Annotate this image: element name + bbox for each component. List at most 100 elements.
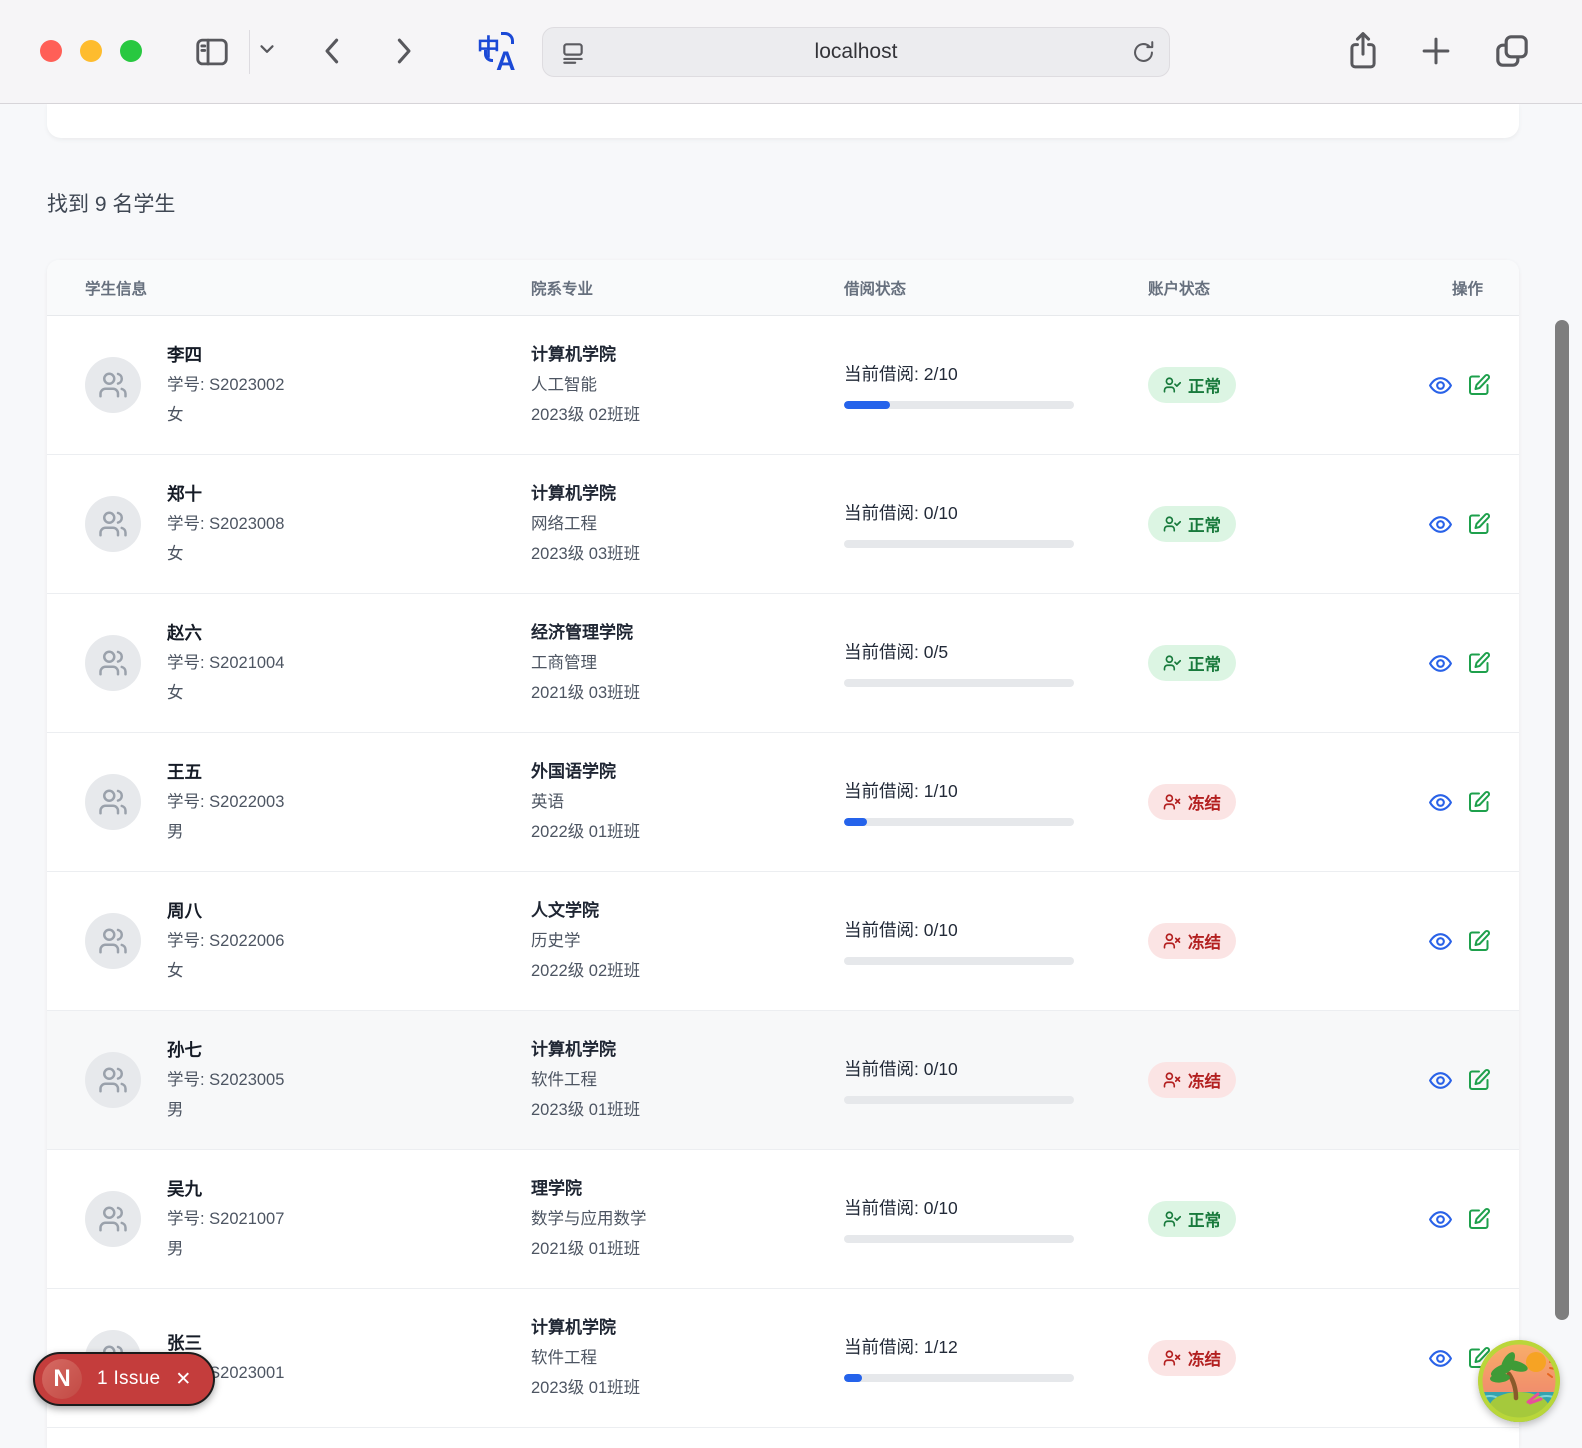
- borrow-cell: 当前借阅: 0/5: [844, 639, 1148, 687]
- table-row: 王五 学号: S2022003 男 外国语学院 英语 2022级 01班班 当前…: [47, 733, 1519, 872]
- status-badge: 正常: [1148, 506, 1236, 542]
- search-card-bottom-fragment: [47, 104, 1519, 138]
- chevron-down-icon[interactable]: [256, 42, 278, 58]
- status-badge: 冻结: [1148, 784, 1236, 820]
- eye-icon: [1428, 1068, 1453, 1093]
- actions-cell: [1428, 651, 1491, 676]
- status-label: 正常: [1188, 1207, 1221, 1231]
- view-button[interactable]: [1428, 512, 1453, 537]
- student-id: 学号: S2022003: [167, 787, 284, 817]
- view-button[interactable]: [1428, 1068, 1453, 1093]
- borrow-progress: [844, 957, 1074, 965]
- class-name: 2023级 01班班: [531, 1373, 844, 1403]
- status-cell: 冻结: [1148, 1340, 1428, 1376]
- edit-icon: [1467, 929, 1491, 953]
- view-button[interactable]: [1428, 373, 1453, 398]
- status-cell: 正常: [1148, 645, 1428, 681]
- class-name: 2021级 01班班: [531, 1234, 844, 1264]
- borrow-cell: 当前借阅: 0/10: [844, 917, 1148, 965]
- table-row: 赵六 学号: S2021004 女 经济管理学院 工商管理 2021级 03班班…: [47, 594, 1519, 733]
- department-cell: 理学院 数学与应用数学 2021级 01班班: [531, 1174, 844, 1264]
- college: 理学院: [531, 1174, 844, 1204]
- table-row: 周八 学号: S2022006 女 人文学院 历史学 2022级 02班班 当前…: [47, 872, 1519, 1011]
- user-x-icon: [1163, 932, 1181, 950]
- share-icon[interactable]: [1344, 28, 1382, 74]
- department-cell: 经济管理学院 工商管理 2021级 03班班: [531, 618, 844, 708]
- borrow-progress: [844, 1374, 1074, 1382]
- table-row: 郑十 学号: S2023008 女 计算机学院 网络工程 2023级 03班班 …: [47, 455, 1519, 594]
- class-name: 2023级 01班班: [531, 1095, 844, 1125]
- student-name: 周八: [167, 896, 284, 926]
- status-badge: 冻结: [1148, 1340, 1236, 1376]
- users-icon: [98, 1065, 128, 1095]
- sidebar-icon[interactable]: [192, 33, 232, 71]
- dev-issues-badge[interactable]: N 1 Issue ✕: [33, 1352, 215, 1406]
- avatar: [85, 774, 141, 830]
- edit-button[interactable]: [1467, 373, 1491, 397]
- status-badge: 正常: [1148, 367, 1236, 403]
- edit-button[interactable]: [1467, 929, 1491, 953]
- student-id: 学号: S2022006: [167, 926, 284, 956]
- borrow-label: 当前借阅: 1/12: [844, 1334, 1148, 1359]
- actions-cell: [1428, 790, 1491, 815]
- minimize-window-button[interactable]: [80, 40, 102, 62]
- edit-button[interactable]: [1467, 512, 1491, 536]
- eye-icon: [1428, 790, 1453, 815]
- url-text: localhost: [543, 28, 1169, 76]
- view-button[interactable]: [1428, 1346, 1453, 1371]
- major: 历史学: [531, 926, 844, 956]
- status-badge: 正常: [1148, 645, 1236, 681]
- department-cell: 外国语学院 英语 2022级 01班班: [531, 757, 844, 847]
- edit-icon: [1467, 373, 1491, 397]
- address-bar[interactable]: localhost: [542, 27, 1170, 77]
- class-name: 2022级 02班班: [531, 956, 844, 986]
- view-button[interactable]: [1428, 790, 1453, 815]
- edit-button[interactable]: [1467, 1068, 1491, 1092]
- status-label: 冻结: [1188, 1346, 1221, 1370]
- status-label: 正常: [1188, 373, 1221, 397]
- tab-overview-icon[interactable]: [1492, 30, 1532, 72]
- table-row: 吴九 学号: S2021007 男 理学院 数学与应用数学 2021级 01班班…: [47, 1150, 1519, 1289]
- status-label: 冻结: [1188, 1068, 1221, 1092]
- scrollbar-thumb[interactable]: [1555, 320, 1569, 1320]
- edit-button[interactable]: [1467, 651, 1491, 675]
- palm-island-widget[interactable]: [1478, 1340, 1560, 1422]
- status-label: 冻结: [1188, 929, 1221, 953]
- col-actions: 操作: [1428, 277, 1483, 299]
- student-info-cell: 郑十 学号: S2023008 女: [85, 479, 531, 569]
- borrow-cell: 当前借阅: 0/10: [844, 1195, 1148, 1243]
- new-tab-icon[interactable]: [1417, 32, 1455, 70]
- edit-button[interactable]: [1467, 790, 1491, 814]
- forward-icon[interactable]: [388, 33, 418, 69]
- close-window-button[interactable]: [40, 40, 62, 62]
- status-badge: 冻结: [1148, 1062, 1236, 1098]
- borrow-progress: [844, 1096, 1074, 1104]
- users-icon: [98, 926, 128, 956]
- edit-icon: [1467, 1207, 1491, 1231]
- student-name: 王五: [167, 757, 284, 787]
- actions-cell: [1428, 1207, 1491, 1232]
- status-cell: 冻结: [1148, 923, 1428, 959]
- edit-button[interactable]: [1467, 1207, 1491, 1231]
- users-icon: [98, 1204, 128, 1234]
- student-id: 学号: S2023002: [167, 370, 284, 400]
- status-cell: 正常: [1148, 1201, 1428, 1237]
- back-icon[interactable]: [318, 33, 348, 69]
- close-icon[interactable]: ✕: [175, 1370, 191, 1389]
- class-name: 2023级 03班班: [531, 539, 844, 569]
- eye-icon: [1428, 373, 1453, 398]
- reload-icon[interactable]: [1130, 39, 1157, 71]
- progress-fill: [844, 401, 890, 409]
- translate-icon[interactable]: 中 A: [474, 26, 524, 78]
- view-button[interactable]: [1428, 929, 1453, 954]
- users-icon: [98, 787, 128, 817]
- department-cell: 计算机学院 网络工程 2023级 03班班: [531, 479, 844, 569]
- zoom-window-button[interactable]: [120, 40, 142, 62]
- view-button[interactable]: [1428, 1207, 1453, 1232]
- student-info-cell: 孙七 学号: S2023005 男: [85, 1035, 531, 1125]
- palm-island-icon: [1478, 1340, 1560, 1422]
- major: 软件工程: [531, 1065, 844, 1095]
- table-row: 李四 学号: S2023002 女 计算机学院 人工智能 2023级 02班班 …: [47, 316, 1519, 455]
- college: 经济管理学院: [531, 618, 844, 648]
- view-button[interactable]: [1428, 651, 1453, 676]
